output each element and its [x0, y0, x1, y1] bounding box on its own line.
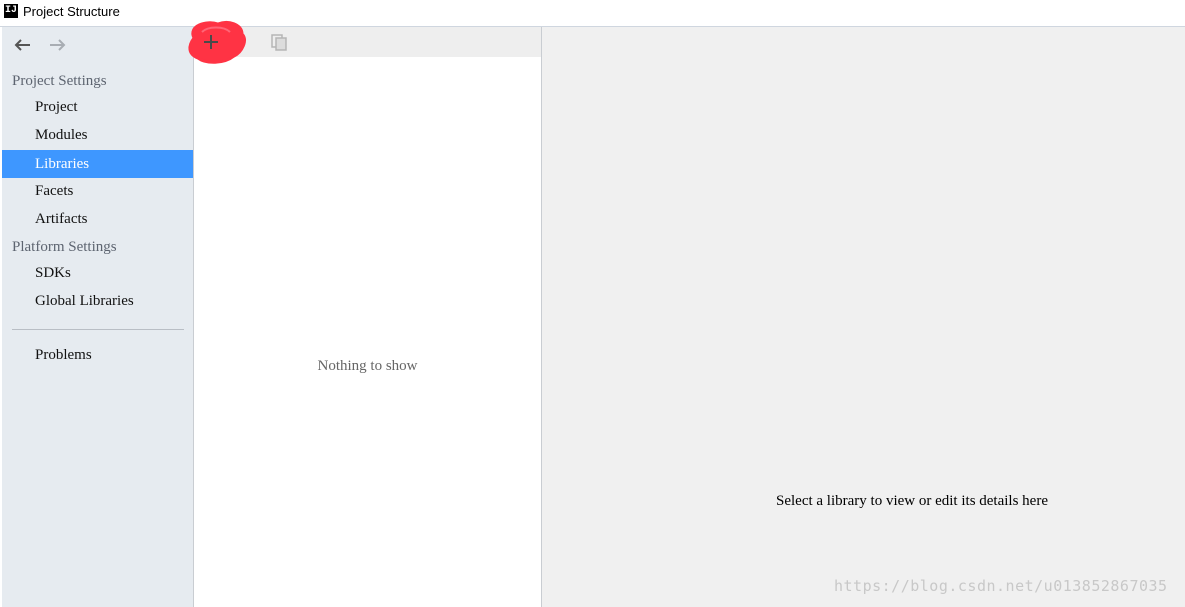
- arrow-left-icon[interactable]: [12, 35, 34, 55]
- plus-icon[interactable]: [200, 31, 222, 53]
- sidebar-item-label: Project: [35, 99, 78, 115]
- sidebar-item-label: SDKs: [35, 265, 71, 281]
- sidebar-item-label: Problems: [35, 347, 92, 363]
- sidebar-item-facets[interactable]: Facets: [2, 177, 193, 205]
- library-details-panel: Select a library to view or edit its det…: [542, 27, 1185, 607]
- arrow-right-icon[interactable]: [46, 35, 68, 55]
- sidebar-item-problems[interactable]: Problems: [2, 341, 193, 369]
- details-placeholder-text: Select a library to view or edit its det…: [776, 493, 1048, 509]
- sidebar-item-label: Artifacts: [35, 211, 88, 227]
- sidebar-item-sdks[interactable]: SDKs: [2, 259, 193, 287]
- watermark: https://blog.csdn.net/u013852867035: [834, 577, 1168, 595]
- library-toolbar: [188, 20, 541, 64]
- sidebar-item-label: Facets: [35, 183, 74, 199]
- copy-icon[interactable]: [268, 31, 290, 53]
- sidebar-item-label: Libraries: [35, 156, 90, 172]
- sidebar-item-artifacts[interactable]: Artifacts: [2, 205, 193, 233]
- sidebar-item-libraries[interactable]: Libraries: [2, 150, 193, 178]
- intellij-app-icon: IJ: [4, 4, 18, 18]
- empty-list-message: Nothing to show: [317, 358, 418, 374]
- sidebar-item-label: Global Libraries: [35, 293, 134, 309]
- section-project-settings: Project Settings: [12, 73, 107, 89]
- sidebar-item-modules[interactable]: Modules: [2, 121, 193, 149]
- window-title: Project Structure: [23, 4, 120, 19]
- library-list-panel: Nothing to show: [188, 20, 542, 607]
- sidebar-item-project[interactable]: Project: [2, 93, 193, 121]
- sidebar: Project Settings Project Modules Librari…: [2, 27, 194, 607]
- sidebar-divider: [12, 329, 184, 330]
- section-platform-settings: Platform Settings: [12, 239, 117, 255]
- sidebar-item-global-libraries[interactable]: Global Libraries: [2, 287, 193, 315]
- title-bar: IJ Project Structure: [0, 0, 1185, 27]
- sidebar-item-label: Modules: [35, 127, 88, 143]
